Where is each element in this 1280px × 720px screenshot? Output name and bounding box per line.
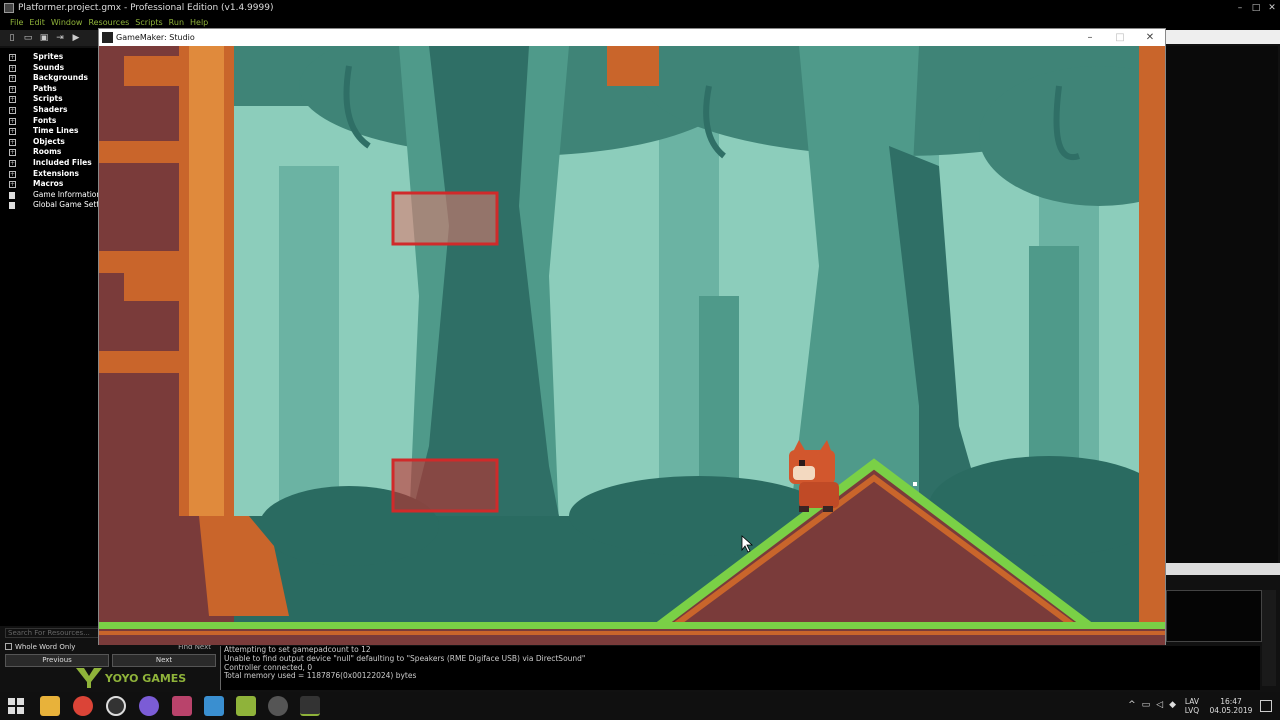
menu-file[interactable]: File [10,16,23,30]
tree-item-fonts[interactable]: + Fonts [0,116,98,127]
dropbox-icon[interactable]: ◆ [1169,700,1176,710]
gamemaker-taskbar-icon[interactable] [236,696,256,716]
ide-window-controls: – □ ✕ [1232,0,1280,16]
tree-item-shaders[interactable]: + Shaders [0,105,98,116]
tree-item-objects[interactable]: + Objects [0,137,98,148]
export-icon[interactable]: ⇥ [54,32,66,44]
tree-item-macros[interactable]: + Macros [0,179,98,190]
chrome-icon[interactable] [73,696,93,716]
clock-app-icon[interactable] [106,696,126,716]
resource-tree: + Sprites + Sounds + Backgrounds + Paths + Sc… [0,48,115,626]
gamemaker-runner-taskbar-icon[interactable] [300,696,320,716]
save-icon[interactable]: ▣ [38,32,50,44]
menu-window[interactable]: Window [51,16,83,30]
tree-item-backgrounds[interactable]: + Backgrounds [0,73,98,84]
gamemaker-icon [102,32,113,43]
ide-title-bar: Platformer.project.gmx - Professional Ed… [0,0,1280,16]
tree-item-time-lines[interactable]: + Time Lines [0,126,98,137]
sparkle [913,482,917,486]
expand-icon[interactable]: + [9,181,16,189]
previous-button[interactable]: Previous [5,654,109,667]
debug-hitbox-lower [391,458,499,513]
network-icon[interactable]: ▭ [1142,700,1151,710]
notification-icon[interactable] [1260,700,1272,712]
tree-item-sounds[interactable]: + Sounds [0,63,98,74]
clock-date: 04.05.2019 [1209,706,1253,715]
output-line: Total memory used = 1187876(0x00122024) … [224,671,417,681]
open-folder-icon[interactable]: ▭ [22,32,34,44]
game-title-bar: GameMaker: Studio – □ ✕ [99,29,1165,46]
menu-edit[interactable]: Edit [29,16,45,30]
expand-icon[interactable]: + [9,159,16,167]
close-icon[interactable]: ✕ [1135,29,1165,46]
tree-item-global-game-settings[interactable]: Global Game Settings [0,200,115,211]
ceiling-block [607,46,659,86]
tree-item-included-files[interactable]: + Included Files [0,158,98,169]
tree-item-paths[interactable]: + Paths [0,84,98,95]
tree-item-sprites[interactable]: + Sprites [0,52,98,63]
right-panel-scrollbar[interactable] [1166,563,1280,575]
maximize-icon[interactable]: □ [1248,0,1264,16]
expand-icon[interactable]: + [9,64,16,72]
minimize-icon[interactable]: – [1232,0,1248,16]
maximize-icon[interactable]: □ [1105,29,1135,46]
right-panel [1166,46,1278,566]
new-file-icon[interactable]: ▯ [6,32,18,44]
expand-icon[interactable]: + [9,75,16,83]
ground [99,622,1165,645]
toolbar: ▯ ▭ ▣ ⇥ ▶ [0,30,98,46]
expand-icon[interactable]: + [9,106,16,114]
tree-item-game-information[interactable]: Game Information [0,190,101,201]
debug-hitbox-upper [391,191,499,246]
taskbar: ^ ▭ ◁ ◆ LAV LVQ 16:47 04.05.2019 [0,692,1280,720]
browser-icon[interactable] [139,696,159,716]
volume-icon[interactable]: ◁ [1156,700,1163,710]
taskbar-clock[interactable]: 16:47 04.05.2019 [1208,697,1254,715]
right-rock-wall [1139,46,1165,645]
clock-time: 16:47 [1220,697,1242,706]
tray-icons: ^ ▭ ◁ ◆ [1128,700,1176,710]
right-panel-header [1166,30,1280,44]
tree-item-extensions[interactable]: + Extensions [0,169,98,180]
tree-item-rooms[interactable]: + Rooms [0,147,98,158]
game-scene[interactable] [99,46,1165,645]
output-line: Unable to find output device "null" defa… [224,653,586,663]
settings-document-icon [9,202,15,210]
expand-icon[interactable]: + [9,170,16,178]
whole-word-checkbox[interactable] [5,643,12,650]
windows-start-icon[interactable] [8,698,24,714]
expand-icon[interactable]: + [9,138,16,146]
obs-icon[interactable] [268,696,288,716]
minimize-icon[interactable]: – [1075,29,1105,46]
input-language[interactable]: LAV LVQ [1182,697,1202,715]
file-explorer-icon[interactable] [40,696,60,716]
expand-icon[interactable]: + [9,54,16,61]
expand-icon[interactable]: + [9,96,16,104]
game-canvas[interactable] [99,46,1165,645]
ide-title: Platformer.project.gmx - Professional Ed… [18,3,274,13]
game-window: GameMaker: Studio – □ ✕ [98,28,1166,645]
tree-item-scripts[interactable]: + Scripts [0,94,98,105]
gamemaker-icon [4,3,14,13]
ide-window: Platformer.project.gmx - Professional Ed… [0,0,1280,692]
expand-icon[interactable]: + [9,149,16,157]
system-tray: ^ ▭ ◁ ◆ LAV LVQ 16:47 04.05.2019 [1080,692,1280,720]
steam-like-icon[interactable] [204,696,224,716]
yoyo-games-logo: YOYO GAMES [76,668,186,688]
chevron-up-icon[interactable]: ^ [1128,700,1136,710]
next-button[interactable]: Next [112,654,216,667]
compile-output-panel: Attempting to set gamepadcount to 12 Una… [220,645,1260,690]
game-window-title: GameMaker: Studio [116,33,195,42]
yoyo-logo-icon [76,668,102,688]
chat-app-icon[interactable] [172,696,192,716]
output-scrollbar[interactable] [1262,590,1276,686]
expand-icon[interactable]: + [9,117,16,125]
expand-icon[interactable]: + [9,85,16,93]
close-icon[interactable]: ✕ [1264,0,1280,16]
document-icon [9,191,15,199]
run-icon[interactable]: ▶ [70,32,82,44]
right-lower-panel [1166,590,1262,642]
expand-icon[interactable]: + [9,128,16,136]
